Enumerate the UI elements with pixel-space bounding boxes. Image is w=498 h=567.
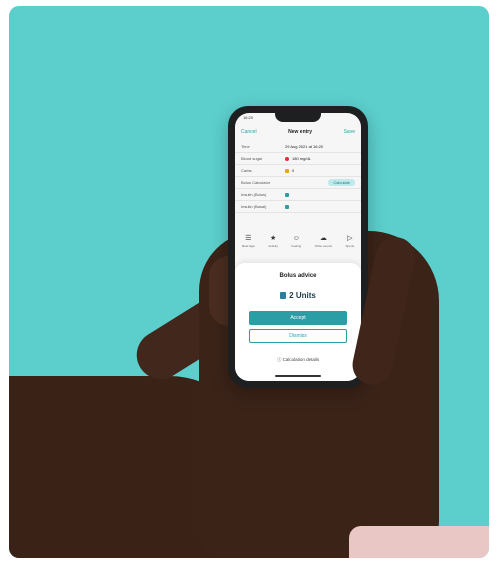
row-value: 0 [292,168,295,173]
insulin-pen-icon [285,204,289,209]
calculate-button[interactable]: Calculate [328,179,355,186]
status-time: 16:20 [243,115,254,120]
accept-button[interactable]: Accept [249,311,347,325]
smartphone: 16:20 Cancel New entry Save Time 29 Aug … [228,106,368,388]
bolus-dose: 2 Units [235,291,361,300]
sports-button[interactable]: ▷ Sports [346,235,355,248]
info-icon: ⓘ [276,357,282,362]
activity-button[interactable]: ★ Activity [268,235,278,248]
carbs-row[interactable]: Carbs 0 [235,165,361,177]
sports-icon: ▷ [347,235,353,242]
cancel-button[interactable]: Cancel [241,129,257,135]
meal-tags-button[interactable]: ☰ Meal tags [242,235,255,248]
bolus-calculator-row: Bolus Calculator Calculate [235,177,361,189]
save-button[interactable]: Save [344,129,355,135]
insulin-basal-row[interactable]: Insulin (Basal) [235,201,361,213]
page-title: New entry [288,129,313,135]
calculation-details-label: Calculation details [282,357,320,362]
row-label: Blood sugar [241,156,263,161]
dose-value: 2 Units [289,291,316,300]
blood-drop-icon [285,156,289,161]
home-indicator [275,375,321,377]
row-label: Insulin (Bolus) [241,192,267,197]
meal-tags-icon: ☰ [245,235,252,242]
insulin-bolus-row[interactable]: Insulin (Bolus) [235,189,361,201]
photo-background: 16:20 Cancel New entry Save Time 29 Aug … [9,6,489,558]
insulin-pen-icon [285,192,289,197]
row-label: Carbs [241,168,252,173]
feeling-button[interactable]: ☺ Feeling [291,235,301,248]
phone-notch [275,113,321,122]
row-label: Insulin (Basal) [241,204,267,209]
row-value: 180 mg/dL [292,156,311,161]
bolus-advice-sheet: Bolus advice 2 Units Accept Dismiss ⓘ Ca… [235,263,361,381]
row-label: Bolus Calculator [241,180,271,185]
activity-icon: ★ [269,235,277,242]
insulin-pen-icon [280,292,287,299]
feeling-icon: ☺ [292,235,300,242]
carbs-icon [285,168,289,173]
calculation-details-link[interactable]: ⓘ Calculation details [235,357,361,363]
entry-form: Time 29 Aug 2021 at 16:20 Blood sugar 18… [235,141,361,213]
row-label: Time [241,144,250,149]
other-events-button[interactable]: ☁ Other events [315,235,332,248]
nav-bar: Cancel New entry Save [235,125,361,139]
blood-sugar-row[interactable]: Blood sugar 180 mg/dL [235,153,361,165]
time-row[interactable]: Time 29 Aug 2021 at 16:20 [235,141,361,153]
other-events-icon: ☁ [319,235,327,242]
sheet-title: Bolus advice [279,273,317,279]
phone-screen: 16:20 Cancel New entry Save Time 29 Aug … [235,113,361,381]
tag-icon-row: ☰ Meal tags ★ Activity ☺ Feeling ☁ Other… [235,235,361,259]
row-value: 29 Aug 2021 at 16:20 [285,144,324,149]
dismiss-button[interactable]: Dismiss [249,329,347,343]
sleeve [349,526,489,558]
